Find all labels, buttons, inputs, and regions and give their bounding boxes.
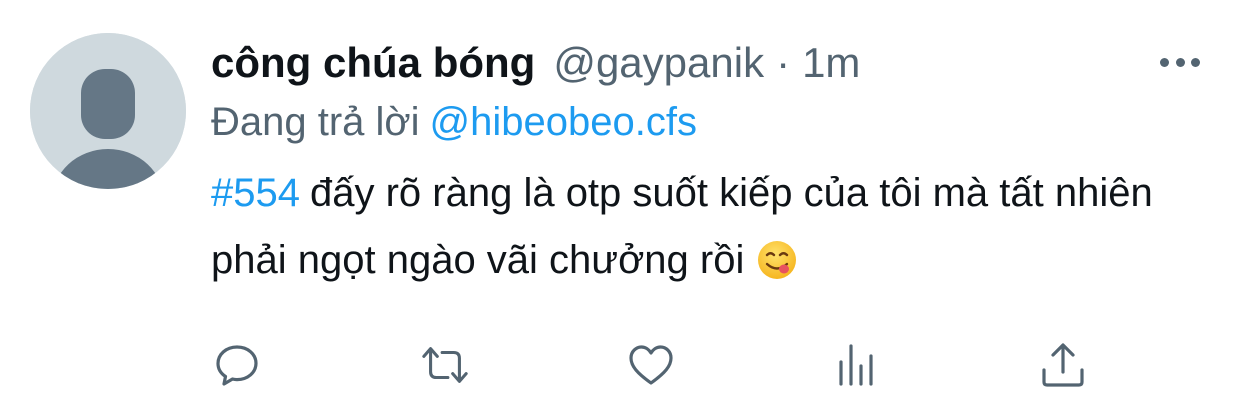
more-options-button[interactable] xyxy=(1160,50,1200,74)
share-upload-icon xyxy=(1042,343,1084,387)
default-avatar-icon xyxy=(30,33,186,189)
retweet-button[interactable] xyxy=(420,340,470,390)
tweet-header: công chúa bóng @gaypanik · 1m xyxy=(211,36,1211,90)
analytics-bars-icon xyxy=(839,344,873,386)
reply-mention-link[interactable]: @hibeobeo.cfs xyxy=(430,100,697,144)
replying-to-label: Đang trả lời xyxy=(211,100,420,144)
reply-button[interactable] xyxy=(212,340,262,390)
tweet[interactable]: công chúa bóng @gaypanik · 1m Đang trả l… xyxy=(0,0,1242,406)
analytics-button[interactable] xyxy=(832,340,882,390)
retweet-icon xyxy=(422,347,468,383)
more-dot xyxy=(1175,57,1185,67)
replying-to: Đang trả lời @hibeobeo.cfs xyxy=(211,92,1211,152)
face-savoring-food-emoji xyxy=(756,235,798,302)
tweet-actions xyxy=(0,340,1242,390)
share-button[interactable] xyxy=(1038,340,1088,390)
tweet-content: công chúa bóng @gaypanik · 1m Đang trả l… xyxy=(211,36,1211,302)
tweet-timestamp[interactable]: 1m xyxy=(802,36,860,90)
like-button[interactable] xyxy=(626,340,676,390)
more-dot xyxy=(1191,57,1200,67)
tweet-text: #554 đấy rõ ràng là otp suốt kiếp của tôi… xyxy=(211,160,1211,302)
author-handle[interactable]: @gaypanik xyxy=(553,36,764,90)
separator-dot: · xyxy=(776,39,791,86)
tweet-body: đấy rõ ràng là otp suốt kiếp của tôi mà … xyxy=(211,171,1153,282)
author-display-name[interactable]: công chúa bóng xyxy=(211,36,535,90)
more-horizontal-icon xyxy=(1160,57,1169,67)
heart-icon xyxy=(629,345,673,385)
reply-bubble-icon xyxy=(216,345,258,386)
hashtag-link[interactable]: #554 xyxy=(211,171,300,215)
avatar[interactable] xyxy=(30,33,186,189)
